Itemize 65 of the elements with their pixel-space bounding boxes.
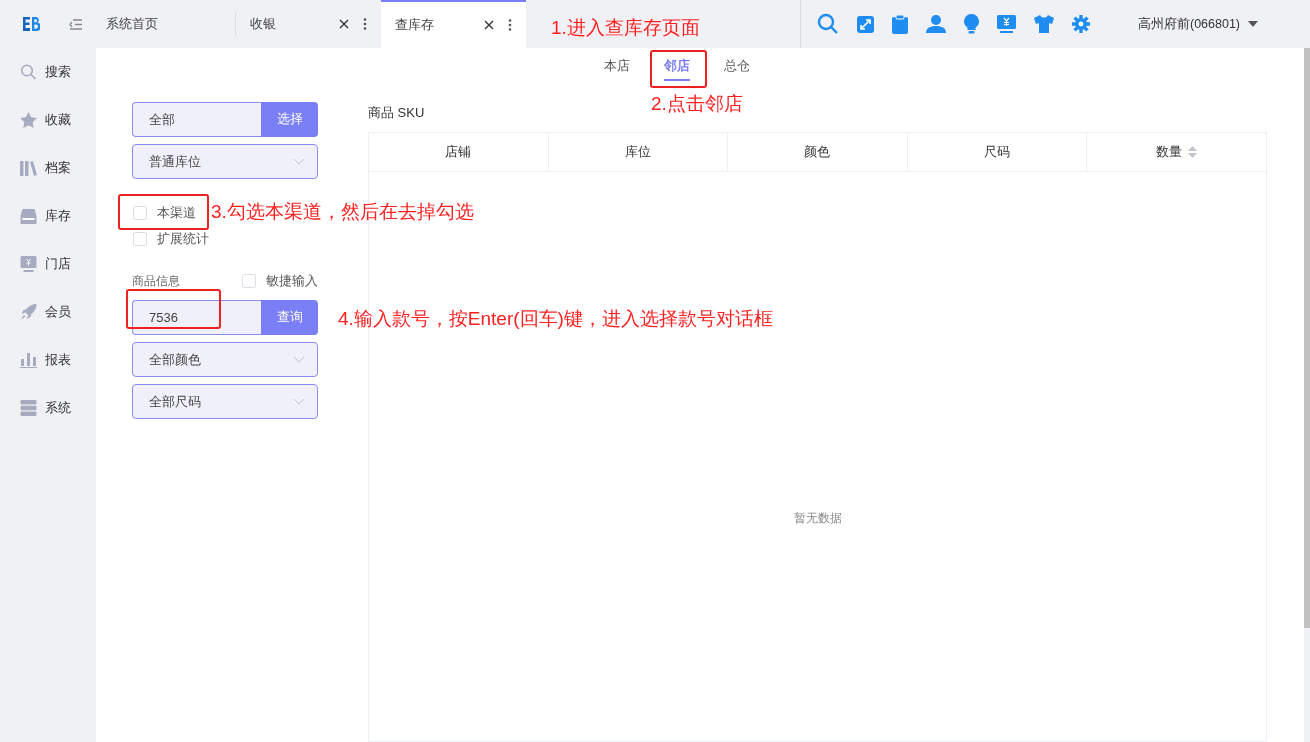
checkbox-label: 本渠道	[157, 204, 196, 222]
store-field[interactable]: 全部	[132, 102, 261, 137]
checkbox[interactable]	[133, 232, 147, 246]
chevron-down-icon	[293, 356, 305, 363]
tray-icon	[20, 208, 37, 224]
page-tab[interactable]: 系统首页	[106, 12, 236, 36]
bar-chart-icon	[20, 352, 37, 368]
sidebar-item[interactable]: 门店	[0, 240, 96, 288]
annotation-text: 3.勾选本渠道，然后在去掉勾选	[211, 200, 474, 224]
settings-icon[interactable]	[1072, 15, 1090, 33]
location-select[interactable]: 普通库位	[132, 144, 318, 179]
books-icon	[20, 160, 37, 176]
annotation-text: 1.进入查库存页面	[551, 16, 700, 40]
sort-icon[interactable]	[1188, 146, 1198, 158]
close-icon[interactable]	[339, 19, 349, 29]
column-header[interactable]: 数量	[1087, 133, 1266, 171]
monitor-icon	[20, 256, 37, 272]
size-select[interactable]: 全部尺码	[132, 384, 318, 419]
caret-down-icon[interactable]	[1248, 21, 1259, 27]
store-tab[interactable]: 本店	[604, 48, 630, 81]
clipboard-icon[interactable]	[892, 14, 908, 34]
store-selector[interactable]: 高州府前(066801)	[1138, 15, 1259, 33]
sidebar-item[interactable]: 收藏	[0, 96, 96, 144]
annotation-text: 4.输入款号，按Enter(回车)键，进入选择款号对话框	[338, 307, 773, 331]
annotation-text: 2.点击邻店	[651, 92, 743, 116]
logo-icon	[22, 16, 40, 32]
chevron-down-icon	[293, 158, 305, 165]
shirt-icon[interactable]	[1034, 15, 1054, 33]
checkbox-label: 敏捷输入	[266, 272, 318, 290]
chevron-down-icon	[293, 398, 305, 405]
page-tab[interactable]: 查库存	[381, 0, 526, 48]
sidebar-item[interactable]: 报表	[0, 336, 96, 384]
cashier-icon[interactable]	[997, 15, 1016, 33]
column-header: 库位	[548, 133, 729, 171]
scrollbar[interactable]	[1304, 48, 1310, 628]
expand-icon[interactable]	[857, 15, 874, 33]
field-label: 商品信息	[132, 272, 180, 290]
server-icon	[20, 400, 37, 416]
sidebar-item[interactable]: 搜索	[0, 48, 96, 96]
column-header: 颜色	[728, 133, 908, 171]
checkbox[interactable]	[242, 274, 256, 288]
checkbox[interactable]	[133, 206, 147, 220]
user-icon[interactable]	[926, 15, 946, 33]
color-select[interactable]: 全部颜色	[132, 342, 318, 377]
collapse-menu-icon[interactable]	[69, 18, 82, 30]
column-header: 店铺	[369, 133, 549, 171]
search-icon	[20, 64, 37, 80]
column-header: 尺码	[907, 133, 1088, 171]
rocket-icon	[20, 304, 37, 320]
checkbox-label: 扩展统计	[157, 230, 209, 248]
page-tab[interactable]: 收银	[236, 0, 381, 48]
search-icon[interactable]	[817, 13, 839, 35]
product-input-field[interactable]: 7536	[132, 300, 261, 335]
sidebar-item[interactable]: 系统	[0, 384, 96, 432]
sidebar-item[interactable]: 档案	[0, 144, 96, 192]
lightbulb-icon[interactable]	[964, 14, 979, 34]
more-icon[interactable]	[508, 19, 512, 31]
more-icon[interactable]	[363, 18, 367, 30]
store-tab[interactable]: 总仓	[724, 48, 750, 81]
sidebar-item[interactable]: 会员	[0, 288, 96, 336]
star-icon	[20, 112, 37, 128]
close-icon[interactable]	[484, 20, 494, 30]
sidebar-item[interactable]: 库存	[0, 192, 96, 240]
empty-message: 暂无数据	[793, 510, 842, 526]
store-tab[interactable]: 邻店	[664, 48, 690, 81]
